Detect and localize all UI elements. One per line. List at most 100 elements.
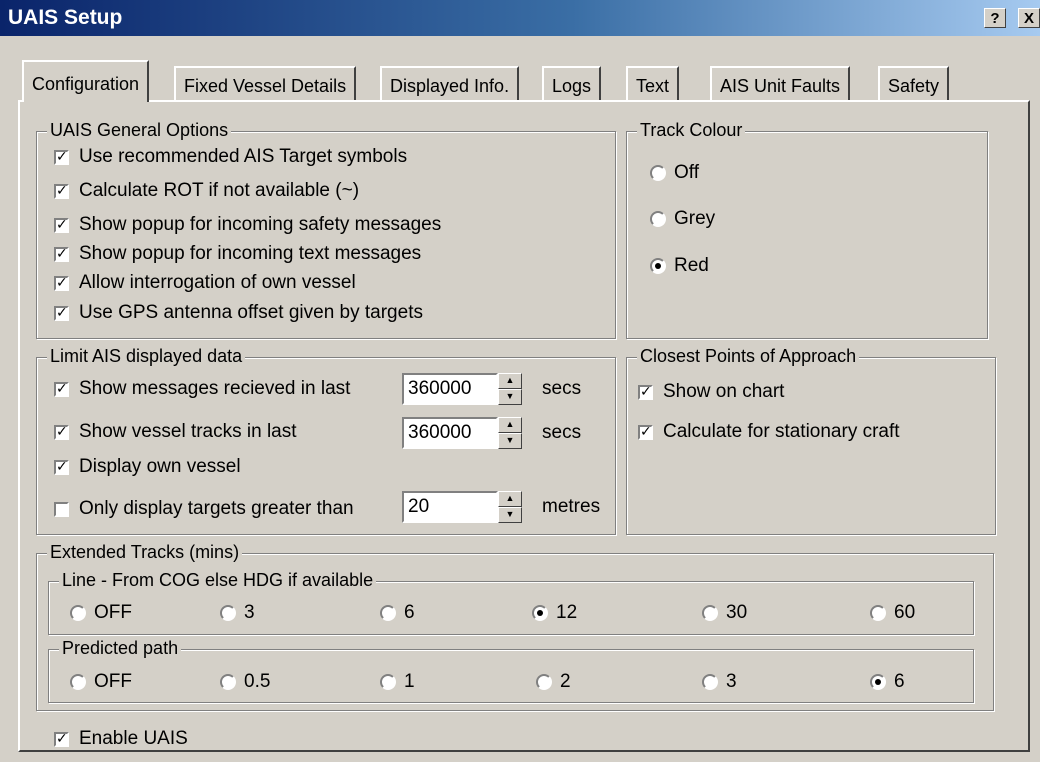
checkbox[interactable] bbox=[54, 459, 69, 475]
spin-up-button[interactable]: ▲ bbox=[498, 417, 522, 433]
checkbox[interactable] bbox=[54, 381, 69, 397]
window-title: UAIS Setup bbox=[8, 6, 123, 29]
tab-displayed-info[interactable]: Displayed Info. bbox=[380, 66, 520, 100]
tab-text[interactable]: Text bbox=[626, 66, 680, 100]
messages-spinner[interactable]: ▲▼ secs bbox=[402, 373, 581, 405]
checkbox[interactable] bbox=[54, 424, 69, 440]
tracks-seconds-input[interactable] bbox=[402, 417, 498, 449]
radio-button[interactable] bbox=[650, 165, 666, 181]
radio-button[interactable] bbox=[532, 605, 548, 621]
radio-button[interactable] bbox=[702, 605, 718, 621]
radio-button[interactable] bbox=[702, 674, 718, 690]
predicted-option-off[interactable]: OFF bbox=[70, 671, 132, 693]
help-button[interactable]: ? bbox=[984, 8, 1006, 28]
radio-label: OFF bbox=[94, 602, 132, 623]
option-label: Calculate ROT if not available (~) bbox=[79, 180, 360, 201]
radio-label: Red bbox=[674, 255, 709, 276]
targets-metres-input[interactable] bbox=[402, 491, 498, 523]
targets-row[interactable]: Only display targets greater than bbox=[54, 498, 354, 520]
line-option-12[interactable]: 12 bbox=[532, 602, 577, 624]
radio-label: 3 bbox=[726, 671, 737, 692]
tab-fixed-vessel-details[interactable]: Fixed Vessel Details bbox=[174, 66, 357, 100]
group-title: Predicted path bbox=[59, 638, 182, 659]
option-row[interactable]: Use GPS antenna offset given by targets bbox=[54, 302, 423, 324]
predicted-option-3[interactable]: 3 bbox=[702, 671, 737, 693]
checkbox[interactable] bbox=[54, 183, 69, 199]
unit-label: secs bbox=[542, 378, 582, 399]
checkbox[interactable] bbox=[54, 305, 69, 321]
line-option-30[interactable]: 30 bbox=[702, 602, 747, 624]
targets-spinner[interactable]: ▲▼ metres bbox=[402, 491, 600, 523]
spin-up-button[interactable]: ▲ bbox=[498, 491, 522, 507]
checkbox[interactable] bbox=[638, 384, 653, 400]
option-label: Enable UAIS bbox=[79, 728, 188, 749]
radio-button[interactable] bbox=[380, 605, 396, 621]
tracks-row[interactable]: Show vessel tracks in last bbox=[54, 421, 297, 443]
line-option-60[interactable]: 60 bbox=[870, 602, 915, 624]
checkbox[interactable] bbox=[54, 217, 69, 233]
checkbox[interactable] bbox=[638, 424, 653, 440]
radio-button[interactable] bbox=[220, 605, 236, 621]
predicted-option-0-5[interactable]: 0.5 bbox=[220, 671, 270, 693]
group-title: Extended Tracks (mins) bbox=[47, 542, 243, 563]
radio-label: Off bbox=[674, 162, 699, 183]
title-bar: UAIS Setup ? X bbox=[0, 0, 1040, 36]
predicted-option-2[interactable]: 2 bbox=[536, 671, 571, 693]
radio-button[interactable] bbox=[870, 605, 886, 621]
group-title: Line - From COG else HDG if available bbox=[59, 570, 377, 591]
predicted-option-6[interactable]: 6 bbox=[870, 671, 905, 693]
group-title: Track Colour bbox=[637, 120, 746, 141]
radio-label: 0.5 bbox=[244, 671, 271, 692]
unit-label: secs bbox=[542, 422, 582, 443]
spin-up-button[interactable]: ▲ bbox=[498, 373, 522, 389]
option-label: Show popup for incoming safety messages bbox=[79, 214, 442, 235]
spin-down-button[interactable]: ▼ bbox=[498, 433, 522, 449]
track-colour-off[interactable]: Off bbox=[650, 162, 699, 184]
close-button[interactable]: X bbox=[1018, 8, 1040, 28]
radio-button[interactable] bbox=[536, 674, 552, 690]
radio-button[interactable] bbox=[870, 674, 886, 690]
checkbox[interactable] bbox=[54, 246, 69, 262]
show-on-chart-row[interactable]: Show on chart bbox=[638, 381, 784, 403]
radio-button[interactable] bbox=[650, 258, 666, 274]
line-option-off[interactable]: OFF bbox=[70, 602, 132, 624]
spin-down-button[interactable]: ▼ bbox=[498, 507, 522, 523]
tab-ais-unit-faults[interactable]: AIS Unit Faults bbox=[710, 66, 851, 100]
checkbox[interactable] bbox=[54, 149, 69, 165]
option-label: Use GPS antenna offset given by targets bbox=[79, 302, 423, 323]
option-row[interactable]: Allow interrogation of own vessel bbox=[54, 272, 356, 294]
track-colour-red[interactable]: Red bbox=[650, 255, 709, 277]
option-label: Use recommended AIS Target symbols bbox=[79, 146, 408, 167]
predicted-option-1[interactable]: 1 bbox=[380, 671, 415, 693]
line-option-6[interactable]: 6 bbox=[380, 602, 415, 624]
radio-label: 60 bbox=[894, 602, 916, 623]
radio-button[interactable] bbox=[650, 211, 666, 227]
enable-uais-row[interactable]: Enable UAIS bbox=[54, 728, 188, 750]
option-row[interactable]: Use recommended AIS Target symbols bbox=[54, 146, 407, 168]
checkbox[interactable] bbox=[54, 501, 69, 517]
track-colour-grey[interactable]: Grey bbox=[650, 208, 715, 230]
spin-down-button[interactable]: ▼ bbox=[498, 389, 522, 405]
own-vessel-row[interactable]: Display own vessel bbox=[54, 456, 241, 478]
radio-button[interactable] bbox=[70, 605, 86, 621]
option-row[interactable]: Calculate ROT if not available (~) bbox=[54, 180, 359, 202]
radio-label: 3 bbox=[244, 602, 255, 623]
messages-row[interactable]: Show messages recieved in last bbox=[54, 378, 350, 400]
group-title: Closest Points of Approach bbox=[637, 346, 860, 367]
option-label: Display own vessel bbox=[79, 456, 241, 477]
tab-configuration[interactable]: Configuration bbox=[22, 60, 150, 102]
option-row[interactable]: Show popup for incoming text messages bbox=[54, 243, 421, 265]
enable-uais-checkbox[interactable] bbox=[54, 731, 69, 747]
radio-button[interactable] bbox=[380, 674, 396, 690]
radio-button[interactable] bbox=[70, 674, 86, 690]
tab-logs[interactable]: Logs bbox=[542, 66, 602, 100]
line-option-3[interactable]: 3 bbox=[220, 602, 255, 624]
tracks-spinner[interactable]: ▲▼ secs bbox=[402, 417, 581, 449]
tab-safety[interactable]: Safety bbox=[878, 66, 950, 100]
messages-seconds-input[interactable] bbox=[402, 373, 498, 405]
stationary-craft-row[interactable]: Calculate for stationary craft bbox=[638, 421, 900, 443]
dialog-frame bbox=[0, 36, 6, 762]
radio-button[interactable] bbox=[220, 674, 236, 690]
option-row[interactable]: Show popup for incoming safety messages bbox=[54, 214, 441, 236]
checkbox[interactable] bbox=[54, 275, 69, 291]
